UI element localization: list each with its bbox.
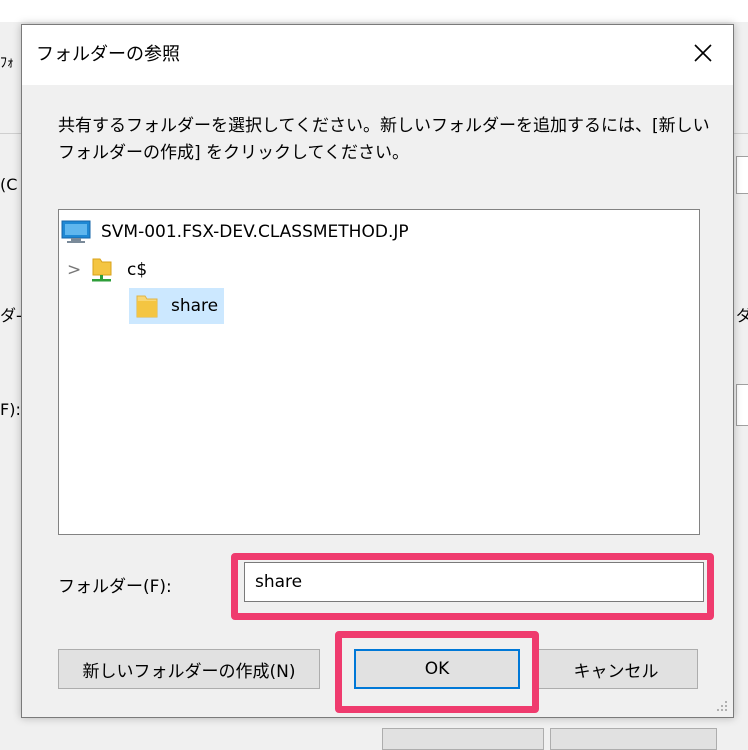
parent-button-2	[550, 728, 717, 750]
dialog-title: フォルダーの参照	[36, 44, 180, 65]
parent-button-1	[382, 728, 544, 750]
tree-item-share[interactable]: share	[129, 288, 225, 324]
parent-window-titlebar	[0, 0, 748, 22]
tree-item-share-label: share	[171, 296, 219, 316]
parent-field-1	[736, 156, 748, 194]
computer-icon	[61, 220, 91, 243]
tree-item-c-share[interactable]: > c$	[67, 252, 147, 288]
folder-name-input[interactable]	[244, 562, 704, 602]
parent-fragment-f: F):	[0, 400, 21, 419]
cancel-button[interactable]: キャンセル	[534, 649, 698, 689]
close-icon	[694, 44, 712, 62]
folder-icon	[136, 295, 158, 318]
tree-item-server[interactable]: SVM-001.FSX-DEV.CLASSMETHOD.JP	[61, 214, 409, 250]
parent-field-2	[736, 384, 748, 426]
expand-chevron-icon[interactable]: >	[67, 260, 89, 280]
ok-button[interactable]: OK	[354, 649, 520, 689]
parent-fragment-title: ﾌｫ	[0, 55, 14, 71]
dialog-titlebar: フォルダーの参照	[22, 25, 733, 85]
dialog-description: 共有するフォルダーを選択してください。新しいフォルダーを追加するには、[新しいフ…	[58, 116, 710, 163]
parent-fragment-folder-right: ダ	[736, 306, 748, 325]
network-share-icon	[92, 258, 112, 282]
parent-fragment-folder-left: ダ-	[0, 306, 22, 325]
tree-item-c-share-label: c$	[127, 260, 148, 280]
folder-tree[interactable]: SVM-001.FSX-DEV.CLASSMETHOD.JP > c$ shar…	[58, 209, 700, 535]
new-folder-button[interactable]: 新しいフォルダーの作成(N)	[58, 649, 320, 689]
browse-folder-dialog: フォルダーの参照 共有するフォルダーを選択してください。新しいフォルダーを追加す…	[21, 24, 734, 718]
tree-item-server-label: SVM-001.FSX-DEV.CLASSMETHOD.JP	[101, 222, 409, 242]
close-button[interactable]	[673, 25, 733, 81]
resize-grip-icon[interactable]	[715, 699, 729, 713]
parent-fragment-c: (C	[0, 175, 18, 194]
folder-field-label: フォルダー(F):	[58, 577, 172, 597]
